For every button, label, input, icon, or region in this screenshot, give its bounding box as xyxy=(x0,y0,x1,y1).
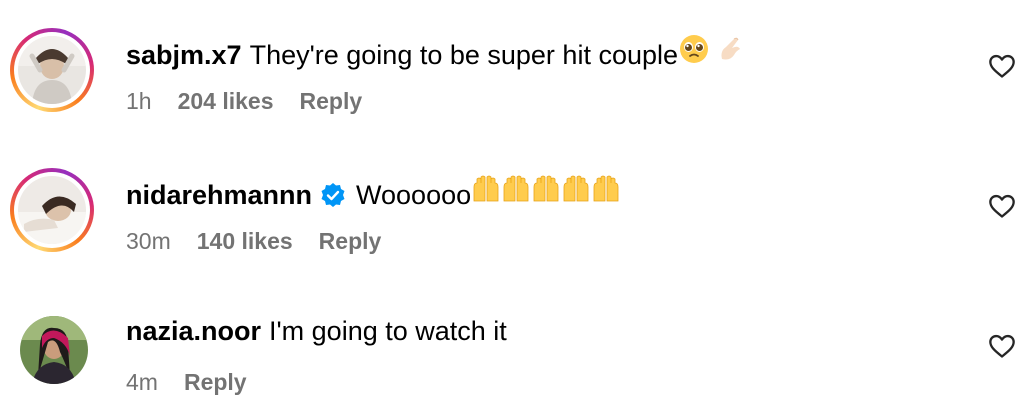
heart-outline-icon[interactable] xyxy=(988,333,1016,359)
avatar xyxy=(18,36,86,104)
comment-text: They're going to be super hit couple xyxy=(249,39,679,70)
avatar-story-ring[interactable] xyxy=(10,28,94,112)
avatar xyxy=(18,176,86,244)
raising-hands-emoji-icon xyxy=(471,173,621,216)
comment-text: I'm going to watch it xyxy=(269,316,507,346)
comment-meta: 4m Reply xyxy=(126,369,247,396)
comment-meta: 30m 140 likes Reply xyxy=(126,228,381,255)
verified-badge-icon xyxy=(321,182,345,207)
avatar-photo-icon xyxy=(20,316,88,384)
avatar-ring-gap xyxy=(14,32,90,108)
reply-button[interactable]: Reply xyxy=(300,88,363,115)
avatar-photo-icon xyxy=(18,36,86,104)
avatar-story-ring[interactable] xyxy=(10,168,94,252)
avatar-ring-gap xyxy=(14,172,90,248)
comment-text: Woooooo xyxy=(356,179,472,210)
heart-outline-icon[interactable] xyxy=(988,53,1016,79)
comment-username[interactable]: sabjm.x7 xyxy=(126,35,242,75)
comment-likes-count[interactable]: 204 likes xyxy=(178,88,274,115)
avatar[interactable] xyxy=(20,316,88,384)
heart-outline-icon[interactable] xyxy=(988,193,1016,219)
pinching-hand-emoji-icon xyxy=(714,33,746,76)
comment-time: 1h xyxy=(126,88,152,114)
comment-item: nazia.noor I'm going to watch it 4m Repl… xyxy=(0,283,1024,413)
avatar-photo-icon xyxy=(18,176,86,244)
comment-likes-count[interactable]: 140 likes xyxy=(197,228,293,255)
reply-button[interactable]: Reply xyxy=(319,228,382,255)
comment-time: 4m xyxy=(126,369,158,395)
comment-line: sabjm.x7 They're going to be super hit c… xyxy=(126,33,746,76)
pleading-face-emoji-icon xyxy=(678,33,710,76)
comment-username[interactable]: nidarehmannn xyxy=(126,175,312,215)
comment-item: nidarehmannn Woooooo 30m 140 likes Reply xyxy=(0,140,1024,270)
comment-line: nidarehmannn Woooooo xyxy=(126,173,621,216)
comments-list: sabjm.x7 They're going to be super hit c… xyxy=(0,0,1024,413)
comment-meta: 1h 204 likes Reply xyxy=(126,88,362,115)
reply-button[interactable]: Reply xyxy=(184,369,247,396)
comment-line: nazia.noor I'm going to watch it xyxy=(126,311,507,351)
comment-item: sabjm.x7 They're going to be super hit c… xyxy=(0,0,1024,130)
comment-username[interactable]: nazia.noor xyxy=(126,311,261,351)
comment-time: 30m xyxy=(126,228,171,254)
